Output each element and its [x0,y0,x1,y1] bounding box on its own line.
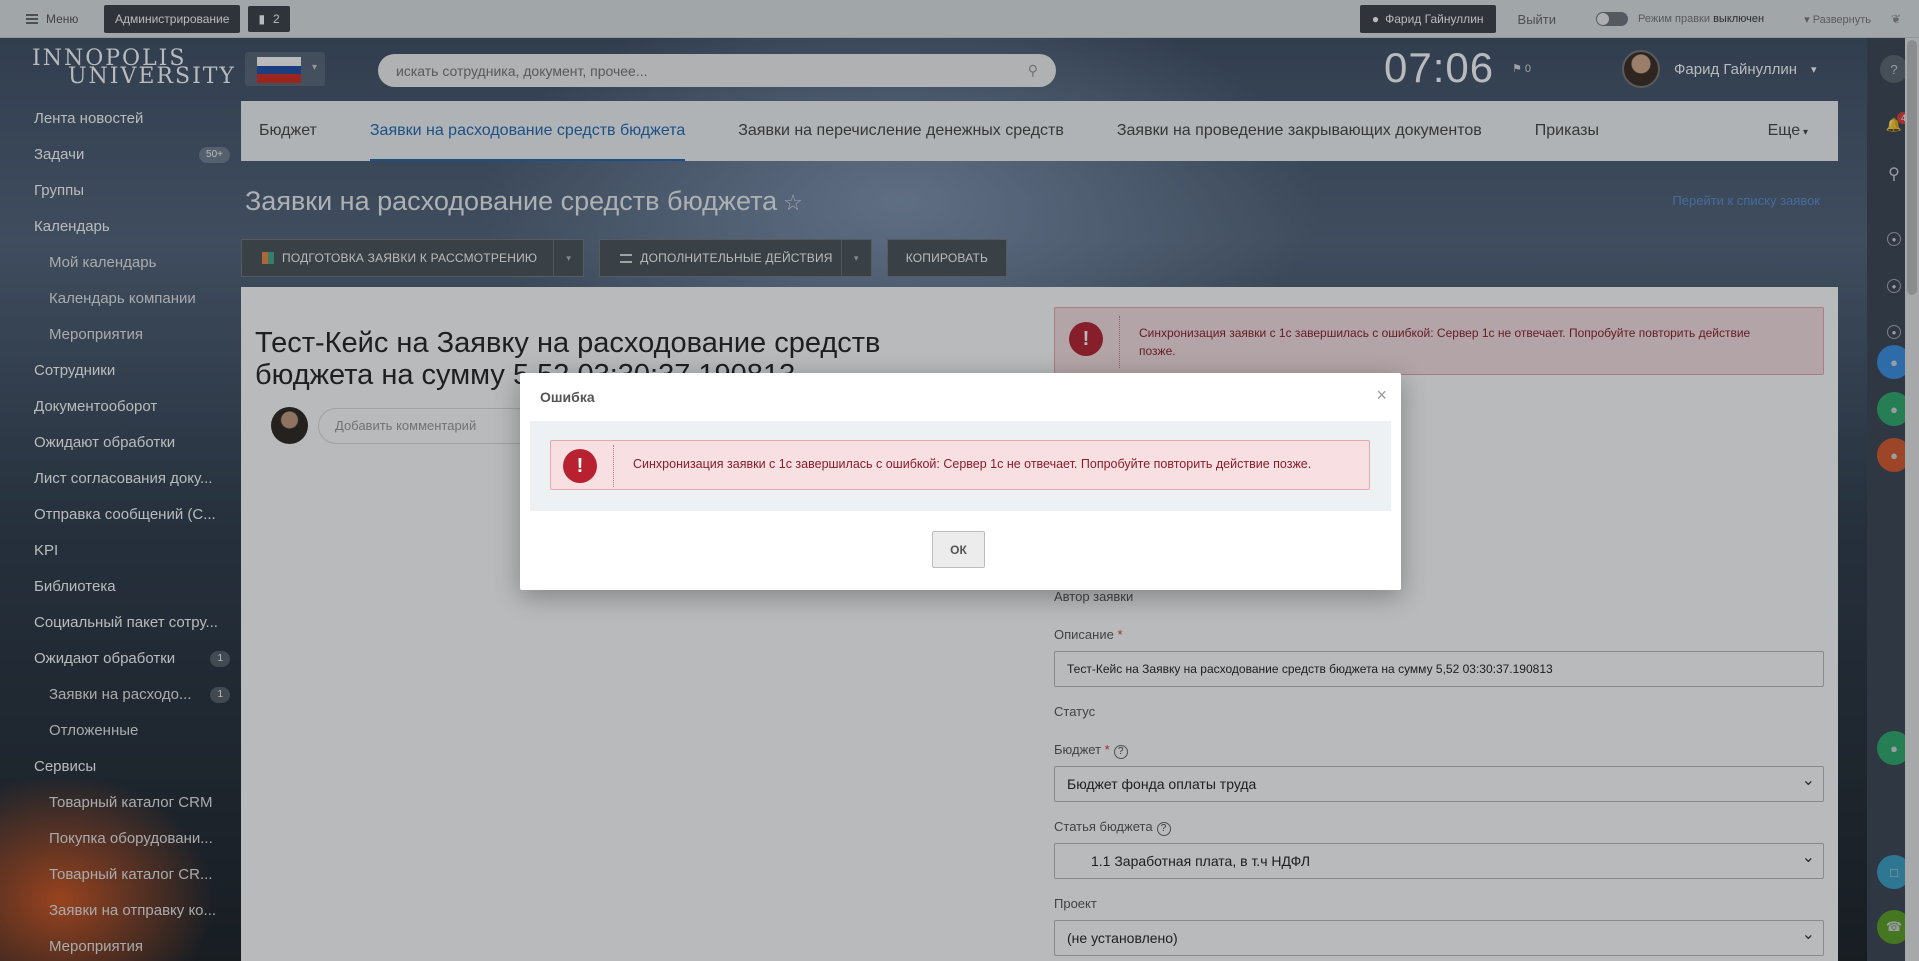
dialog-error-text: Синхронизация заявки с 1с завершилась с … [633,457,1312,471]
dialog-title: Ошибка [540,389,595,405]
dialog-error-alert: ! Синхронизация заявки с 1с завершилась … [550,440,1370,490]
error-icon: ! [563,449,597,483]
close-icon[interactable]: × [1376,385,1387,406]
error-dialog: Ошибка × ! Синхронизация заявки с 1с зав… [520,373,1401,590]
ok-button[interactable]: ОК [932,531,985,568]
dialog-body: ! Синхронизация заявки с 1с завершилась … [530,421,1391,511]
